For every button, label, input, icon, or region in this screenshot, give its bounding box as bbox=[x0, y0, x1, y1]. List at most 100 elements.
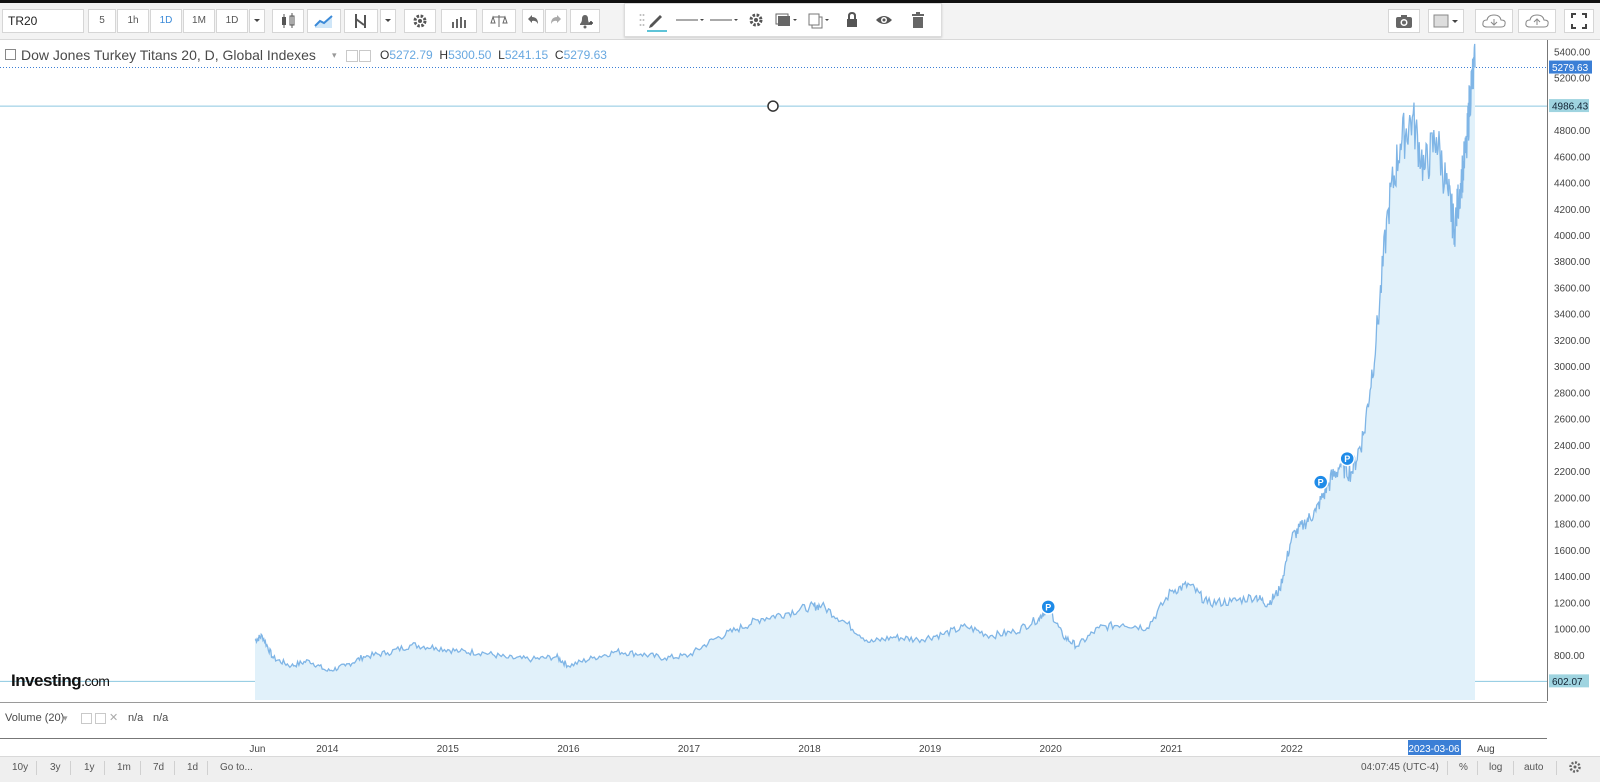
cloud-load-button[interactable] bbox=[1475, 9, 1513, 33]
alert-button[interactable] bbox=[570, 9, 600, 33]
price-chart[interactable]: P P P bbox=[0, 40, 1547, 700]
log-toggle[interactable]: log bbox=[1489, 757, 1502, 779]
volume-value-2: n/a bbox=[153, 712, 169, 724]
level-badge-label-1: 602.07 bbox=[1552, 677, 1583, 688]
dropdown-icon bbox=[385, 19, 391, 22]
area-chart-button[interactable] bbox=[307, 9, 341, 33]
indicators-dropdown[interactable] bbox=[380, 9, 396, 33]
fullscreen-button[interactable] bbox=[1564, 9, 1594, 33]
investing-logo: Investing.com bbox=[11, 671, 110, 691]
y-tick-label: 4000.00 bbox=[1554, 231, 1591, 242]
visual-order-button[interactable] bbox=[773, 10, 803, 32]
layers-icon bbox=[775, 13, 797, 26]
cloud-save-icon bbox=[1525, 14, 1549, 28]
event-marker-2[interactable]: P bbox=[1339, 450, 1355, 467]
y-tick-label: 5200.00 bbox=[1554, 74, 1591, 85]
undo-icon bbox=[528, 15, 538, 24]
last-price-label: 5279.63 bbox=[1552, 63, 1589, 74]
event-marker-0[interactable]: P bbox=[1040, 599, 1056, 615]
interval-5-button[interactable]: 5 bbox=[88, 9, 116, 33]
range-3y-button[interactable]: 3y bbox=[50, 757, 61, 779]
drawing-settings-button[interactable] bbox=[743, 10, 769, 32]
volume-label: Volume (20) bbox=[5, 712, 65, 724]
x-tick-label: 2022 bbox=[1281, 744, 1304, 755]
layout-button[interactable] bbox=[1428, 9, 1464, 33]
volume-pane: Volume (20) ▾ ✕ n/a n/a bbox=[0, 702, 1547, 737]
cloud-save-button[interactable] bbox=[1518, 9, 1556, 33]
price-axis[interactable]: 5400.00 5200.00 4800.00 4600.00 4400.00 4200.… bbox=[1547, 40, 1600, 701]
y-tick-label: 1200.00 bbox=[1554, 598, 1591, 609]
settings-button[interactable] bbox=[404, 9, 436, 33]
area-chart-icon bbox=[314, 15, 333, 28]
candles-button[interactable] bbox=[272, 9, 304, 33]
clock: 04:07:45 (UTC-4) bbox=[1361, 762, 1439, 773]
event-marker-1[interactable]: P bbox=[1312, 474, 1329, 490]
indicators-button[interactable] bbox=[344, 9, 378, 33]
screenshot-button[interactable] bbox=[1388, 9, 1420, 33]
chevron-down-icon bbox=[254, 19, 260, 22]
interval-1d-button[interactable]: 1D bbox=[150, 9, 182, 33]
symbol-search-input[interactable]: TR20 bbox=[2, 9, 84, 33]
range-7d-button[interactable]: 7d bbox=[153, 757, 164, 779]
line-style-button[interactable] bbox=[673, 10, 707, 32]
percent-toggle[interactable]: % bbox=[1459, 757, 1468, 779]
volume-settings-icon[interactable] bbox=[95, 713, 106, 724]
compare-button[interactable] bbox=[482, 9, 516, 33]
interval-1h-button[interactable]: 1h bbox=[117, 9, 149, 33]
pencil-icon bbox=[647, 15, 667, 32]
x-tick-label: 2020 bbox=[1040, 744, 1063, 755]
bottom-toolbar: 10y 3y 1y 1m 7d 1d Go to... 04:07:45 (UT… bbox=[0, 756, 1600, 782]
volume-close-icon[interactable]: ✕ bbox=[109, 703, 118, 733]
marker-label: P bbox=[1344, 454, 1350, 464]
logo-suffix: .com bbox=[81, 673, 110, 689]
drawing-toolbar bbox=[624, 3, 942, 37]
goto-button[interactable]: Go to... bbox=[220, 757, 253, 779]
y-tick-label: 3200.00 bbox=[1554, 336, 1591, 347]
bar-chart-icon bbox=[452, 17, 466, 28]
range-1d-button[interactable]: 1d bbox=[187, 757, 198, 779]
line-color-button[interactable] bbox=[643, 10, 669, 32]
time-axis[interactable]: Jun 2014 2015 2016 2017 2018 2019 2020 2021 2022 A… bbox=[0, 738, 1547, 757]
line-width-button[interactable] bbox=[707, 10, 741, 32]
range-10y-button[interactable]: 10y bbox=[12, 757, 28, 779]
interval-dropdown[interactable] bbox=[249, 9, 265, 33]
y-tick-label: 3600.00 bbox=[1554, 283, 1591, 294]
x-tick-label: 2018 bbox=[798, 744, 821, 755]
auto-toggle[interactable]: auto bbox=[1524, 757, 1543, 779]
interval-custom-button[interactable]: 1D bbox=[216, 9, 248, 33]
alert-icon bbox=[580, 15, 593, 29]
clone-button[interactable] bbox=[805, 10, 835, 32]
redo-button[interactable] bbox=[545, 9, 567, 33]
level-badge-label-0: 4986.43 bbox=[1552, 102, 1589, 113]
x-tick-label: 2014 bbox=[316, 744, 339, 755]
cloud-load-icon bbox=[1482, 14, 1506, 28]
volume-visibility-icon[interactable] bbox=[81, 713, 92, 724]
y-tick-label: 3800.00 bbox=[1554, 257, 1591, 268]
undo-button[interactable] bbox=[522, 9, 544, 33]
fullscreen-icon bbox=[1571, 13, 1587, 29]
range-1m-button[interactable]: 1m bbox=[117, 757, 131, 779]
camera-icon bbox=[1396, 15, 1412, 28]
y-tick-label: 5400.00 bbox=[1554, 47, 1591, 58]
range-1y-button[interactable]: 1y bbox=[84, 757, 95, 779]
hide-button[interactable] bbox=[871, 10, 897, 32]
y-tick-label: 2400.00 bbox=[1554, 441, 1591, 452]
lock-icon bbox=[847, 11, 857, 27]
volume-menu-chevron-icon[interactable]: ▾ bbox=[63, 703, 68, 733]
trash-icon bbox=[912, 12, 924, 28]
copy-icon bbox=[808, 13, 829, 29]
delete-button[interactable] bbox=[905, 10, 931, 32]
crosshair-date-label: 2023-03-06 bbox=[1408, 744, 1460, 755]
interval-1m-button[interactable]: 1M bbox=[183, 9, 215, 33]
y-tick-label: 1800.00 bbox=[1554, 520, 1591, 531]
y-tick-label: 2200.00 bbox=[1554, 467, 1591, 478]
logo-brand: Investing bbox=[11, 671, 82, 690]
lock-button[interactable] bbox=[839, 10, 865, 32]
y-tick-label: 1600.00 bbox=[1554, 546, 1591, 557]
bar-chart-button[interactable] bbox=[441, 9, 477, 33]
y-tick-label: 4800.00 bbox=[1554, 126, 1591, 137]
chart-settings-button[interactable] bbox=[1568, 760, 1582, 783]
level-line-handle[interactable] bbox=[767, 100, 779, 112]
y-tick-label: 800.00 bbox=[1554, 651, 1585, 662]
y-tick-label: 2800.00 bbox=[1554, 388, 1591, 399]
